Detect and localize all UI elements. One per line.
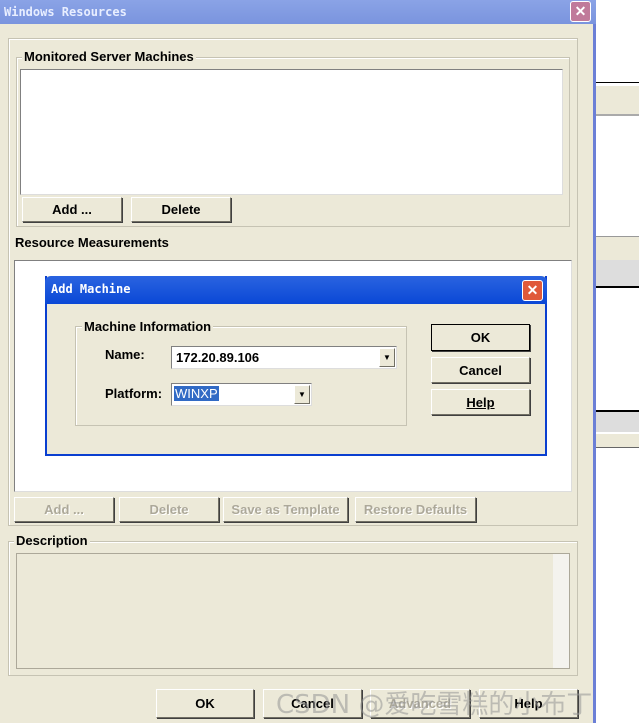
delete-resource-button[interactable]: Delete bbox=[119, 497, 219, 522]
window-title: Windows Resources bbox=[4, 5, 127, 19]
dialog-help-button[interactable]: Help bbox=[431, 389, 530, 415]
add-resource-button[interactable]: Add ... bbox=[14, 497, 114, 522]
restore-defaults-button[interactable]: Restore Defaults bbox=[355, 497, 476, 522]
name-label: Name: bbox=[105, 347, 145, 362]
platform-value: WINXP bbox=[174, 386, 219, 401]
platform-combobox[interactable]: WINXP ▼ bbox=[171, 383, 312, 406]
machine-info-group bbox=[75, 326, 407, 426]
monitored-machines-list[interactable] bbox=[20, 69, 563, 195]
dialog-title: Add Machine bbox=[51, 282, 131, 296]
background-app bbox=[596, 0, 639, 723]
name-value: 172.20.89.106 bbox=[176, 350, 260, 365]
description-text[interactable] bbox=[16, 553, 570, 669]
monitored-label: Monitored Server Machines bbox=[22, 49, 196, 64]
chevron-down-icon[interactable]: ▼ bbox=[294, 385, 310, 404]
name-combobox[interactable]: 172.20.89.106 ▼ bbox=[171, 346, 397, 369]
chevron-down-icon[interactable]: ▼ bbox=[379, 348, 395, 367]
dialog-cancel-button[interactable]: Cancel bbox=[431, 357, 530, 383]
dialog-title-bar: Add Machine bbox=[45, 276, 547, 304]
dialog-ok-button[interactable]: OK bbox=[431, 324, 530, 351]
watermark: CSDN @爱吃雪糕的小布丁 bbox=[276, 690, 593, 720]
resource-measurements-label: Resource Measurements bbox=[13, 235, 171, 250]
add-machine-dialog: Add Machine ✕ Machine Information Name: … bbox=[45, 276, 547, 456]
close-button[interactable]: ✕ bbox=[570, 1, 591, 22]
ok-button[interactable]: OK bbox=[156, 689, 254, 718]
delete-machine-button[interactable]: Delete bbox=[131, 197, 231, 222]
machine-info-label: Machine Information bbox=[82, 319, 214, 334]
platform-label: Platform: bbox=[105, 386, 163, 401]
description-scrollbar[interactable] bbox=[553, 554, 569, 668]
add-machine-button[interactable]: Add ... bbox=[22, 197, 122, 222]
dialog-close-button[interactable]: ✕ bbox=[522, 280, 543, 301]
title-bar: Windows Resources bbox=[0, 0, 596, 24]
description-label: Description bbox=[14, 533, 90, 548]
save-as-template-button[interactable]: Save as Template bbox=[223, 497, 348, 522]
